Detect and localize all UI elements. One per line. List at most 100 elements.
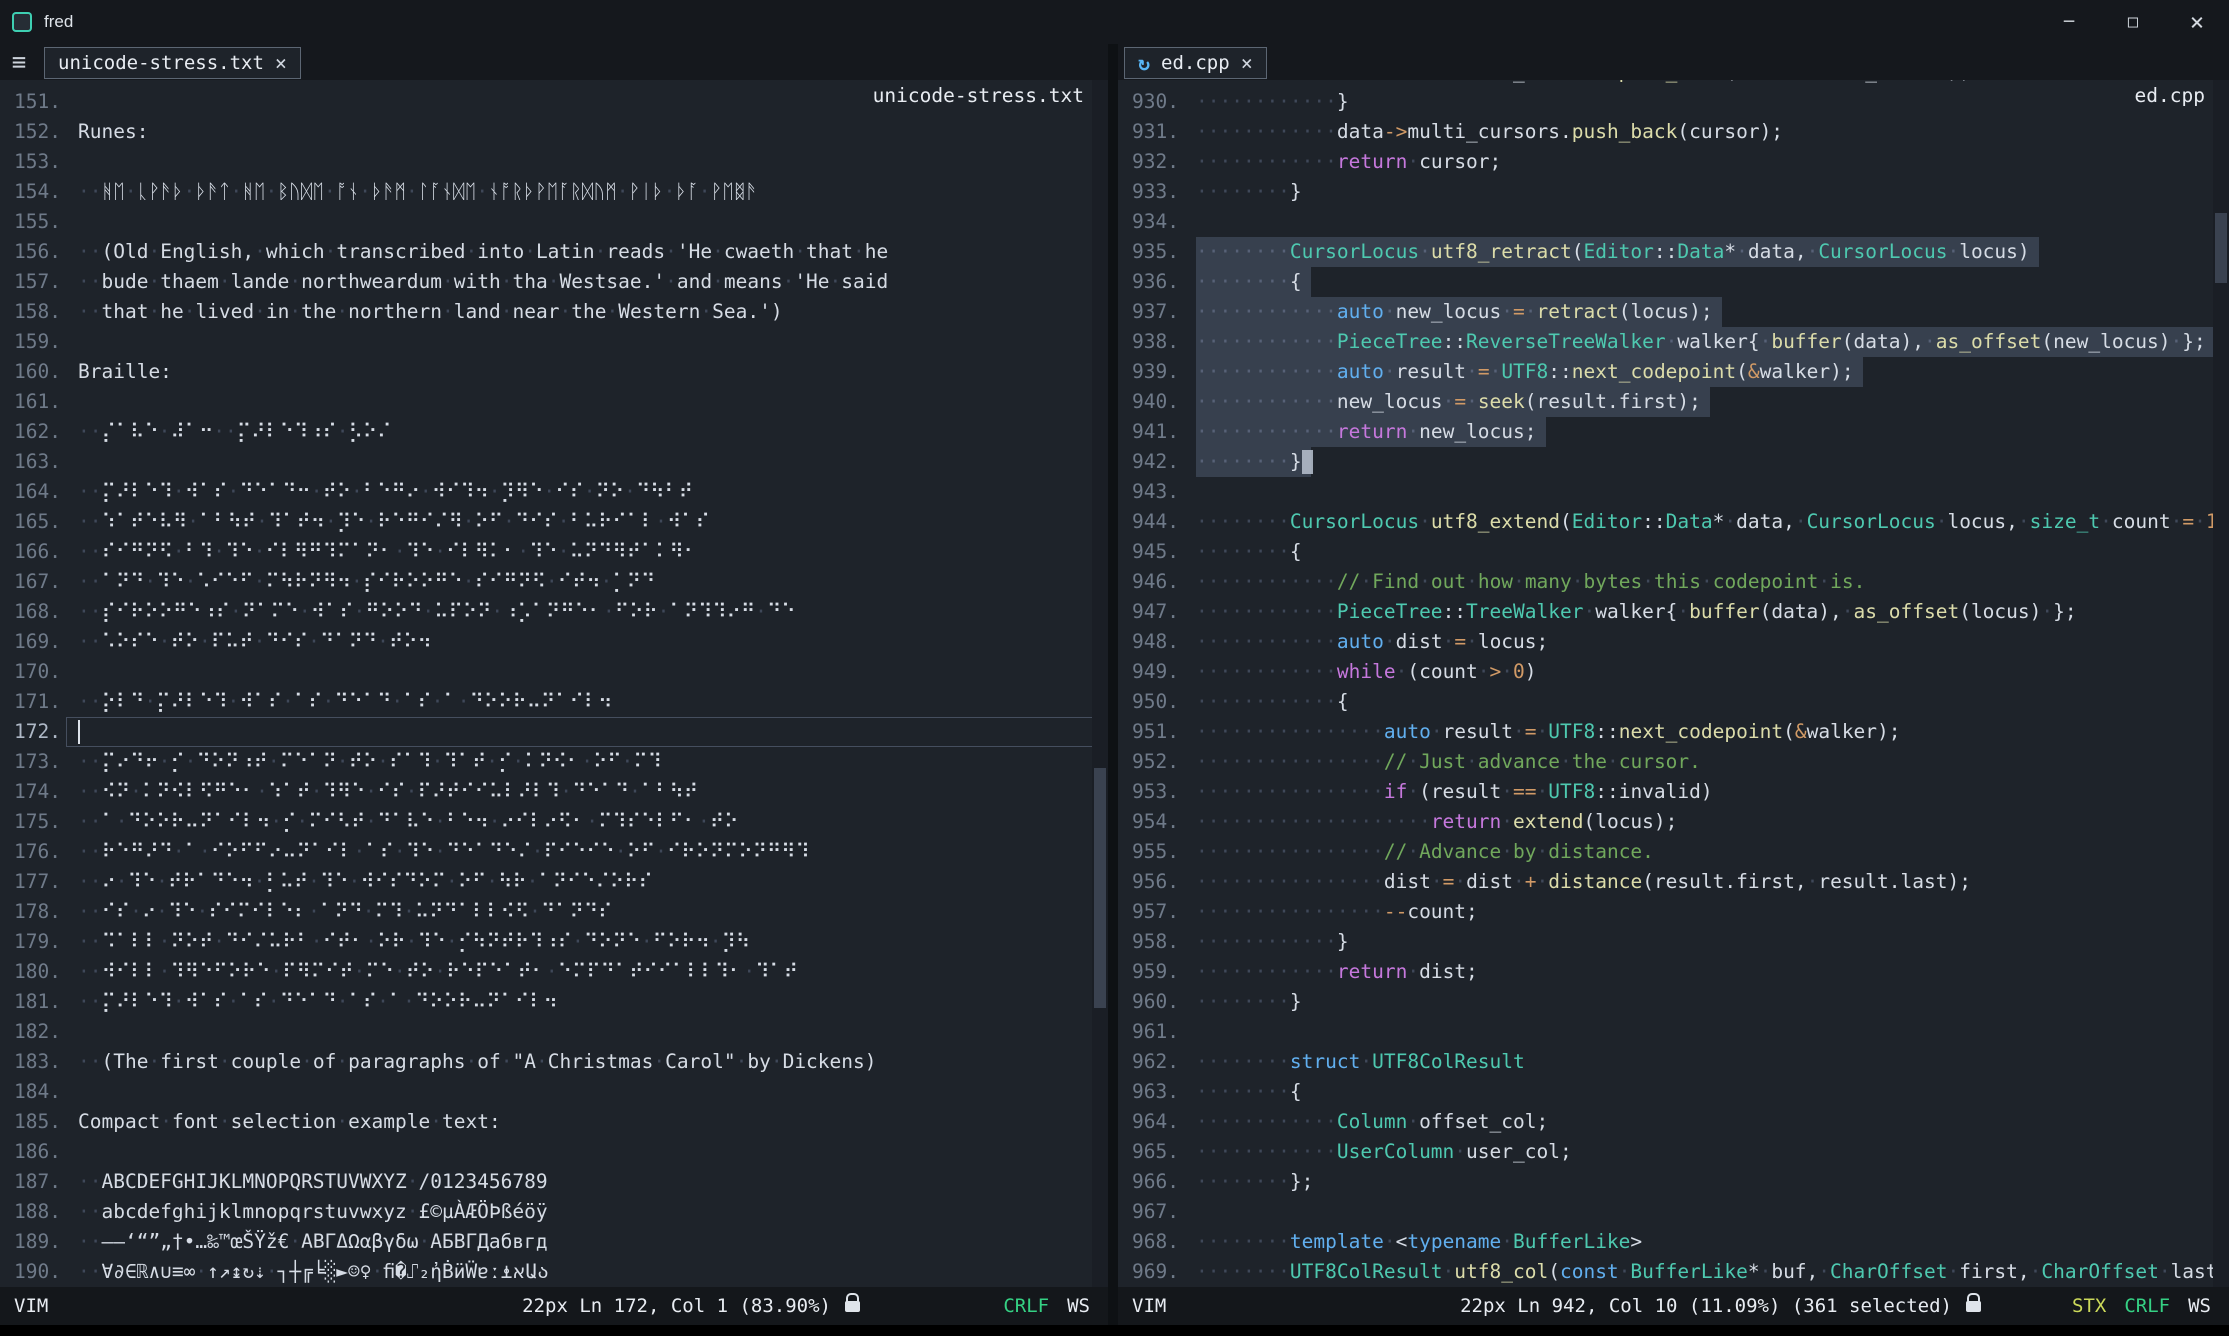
code-line[interactable]: 160.Braille: [0,357,1108,387]
menu-icon[interactable]: ≡ [0,44,38,80]
code-line[interactable]: 956.················dist·=·dist·+·distan… [1118,867,2229,897]
code-line[interactable]: 172. [0,717,1108,747]
code-line[interactable]: 946.············//·Find·out·how·many·byt… [1118,567,2229,597]
code-line[interactable]: 153. [0,147,1108,177]
line-text[interactable]: ··⠎⠊⠛⠝⠫·⠃⠹·⠹⠑·⠊⠇⠻⠛⠹⠍⠁⠝⠂·⠹⠑·⠊⠇⠻⠅⠂·⠹⠑·⠥⠝⠙⠻… [66,537,1108,567]
code-line[interactable]: 934. [1118,207,2229,237]
code-line[interactable]: 939.············auto·result·=·UTF8::next… [1118,357,2229,387]
line-text[interactable]: ········} [1184,447,2229,477]
line-text[interactable]: ··⠁·⠙⠕⠕⠗⠤⠝⠁⠊⠇⠲·⡊·⠍⠊⠣⠞·⠙⠁⠧⠑·⠃⠑⠲·⠔⠊⠇⠔⠫⠂·⠍⠹… [66,807,1108,837]
code-line[interactable]: 938.············PieceTree::ReverseTreeWa… [1118,327,2229,357]
maximize-button[interactable]: □ [2101,0,2165,44]
line-text[interactable]: ··⠩⠁⠇⠇·⠝⠕⠞·⠙⠊⠌⠥⠗⠃·⠊⠞⠂·⠕⠗·⠹⠑·⡊⠳⠝⠞⠗⠹⠰⠎·⠙⠕⠝… [66,927,1108,957]
line-text[interactable]: ············PieceTree::TreeWalker·walker… [1184,597,2229,627]
line-text[interactable] [66,1137,1108,1167]
code-line[interactable]: 183.··(The·first·couple·of·paragraphs·of… [0,1047,1108,1077]
line-text[interactable]: ············PieceTree::ReverseTreeWalker… [1184,327,2229,357]
scrollbar-thumb[interactable] [2215,213,2227,283]
code-line[interactable]: 167.··⠁⠝⠙·⠹⠑·⠡⠊⠑⠋·⠍⠳⠗⠝⠻⠲·⡎⠊⠗⠕⠕⠛⠑·⠎⠊⠛⠝⠫·⠊… [0,567,1108,597]
line-text[interactable]: ··bude·thaem·lande·northweardum·with·tha… [66,267,1108,297]
code-line[interactable]: 170. [0,657,1108,687]
code-line[interactable]: 947.············PieceTree::TreeWalker·wa… [1118,597,2229,627]
code-line[interactable]: 936.········{ [1118,267,2229,297]
tab-ed-cpp[interactable]: ↻ ed.cpp × [1124,47,1267,79]
line-text[interactable]: ········}; [1184,1167,2229,1197]
code-line[interactable]: 166.··⠎⠊⠛⠝⠫·⠃⠹·⠹⠑·⠊⠇⠻⠛⠹⠍⠁⠝⠂·⠹⠑·⠊⠇⠻⠅⠂·⠹⠑·… [0,537,1108,567]
line-text[interactable]: ············} [1184,927,2229,957]
status-flag-stx[interactable]: STX [2072,1295,2106,1317]
vertical-scrollbar[interactable] [1092,80,1108,1287]
line-text[interactable]: ········{ [1184,1077,2229,1107]
code-line[interactable]: 960.········} [1118,987,2229,1017]
code-line[interactable]: 930.············} [1118,87,2229,117]
line-text[interactable] [1184,1197,2229,1227]
code-line[interactable]: 182. [0,1017,1108,1047]
line-text[interactable]: ··⡌⠁⠧⠑·⠼⠁⠒··⡍⠜⠇⠑⠹⠰⠎·⡣⠕⠌ [66,417,1108,447]
code-line[interactable]: 958.············} [1118,927,2229,957]
code-line[interactable]: 941.············return·new_locus; [1118,417,2229,447]
code-line[interactable]: 929.················data->multi_cursors.… [1118,80,2229,87]
line-text[interactable] [66,447,1108,477]
code-line[interactable]: 955.················//·Advance·by·distan… [1118,837,2229,867]
code-line[interactable]: 951.················auto·result·=·UTF8::… [1118,717,2229,747]
code-line[interactable]: 188.··abcdefghijklmnopqrstuvwxyz·£©µÀÆÖÞ… [0,1197,1108,1227]
line-text[interactable]: ··⡍⠜⠇⠑⠹·⠺⠁⠎·⠙⠑⠁⠙⠒·⠞⠕·⠃⠑⠛⠔·⠺⠊⠹⠲·⡹⠻⠑·⠊⠎·⠝⠕… [66,477,1108,507]
line-text[interactable]: ··ABCDEFGHIJKLMNOPQRSTUVWXYZ·/0123456789 [66,1167,1108,1197]
line-text[interactable]: ············//·Find·out·how·many·bytes·t… [1184,567,2229,597]
code-line[interactable]: 159. [0,327,1108,357]
code-area[interactable]: 150.··እግርህን·በፍራሽህ·ልክ·ዘርጋ።151.152.Runes:1… [0,80,1108,1287]
scrollbar-thumb[interactable] [1094,768,1106,1008]
tab-close-icon[interactable]: × [1241,51,1253,75]
line-text[interactable]: ··⡎⠊⠗⠕⠕⠛⠑⠰⠎·⠝⠁⠍⠑·⠺⠁⠎·⠛⠕⠕⠙·⠥⠏⠕⠝·⠰⡡⠁⠝⠛⠑⠂·⠋… [66,597,1108,627]
status-flag-crlf[interactable]: CRLF [1003,1295,1049,1317]
line-text[interactable]: ········{ [1184,537,2229,567]
line-text[interactable]: ········CursorLocus·utf8_retract(Editor:… [1184,237,2229,267]
line-text[interactable] [66,717,1108,747]
line-text[interactable]: ········} [1184,177,2229,207]
code-line[interactable]: 157.··bude·thaem·lande·northweardum·with… [0,267,1108,297]
line-text[interactable]: ········UTF8ColResult·utf8_col(const·Buf… [1184,1257,2229,1287]
code-line[interactable]: 152.Runes: [0,117,1108,147]
code-line[interactable]: 154.··ᚻᛖ·ᚳᚹᚫᚦ·ᚦᚫᛏ·ᚻᛖ·ᛒᚢᛞᛖ·ᚩᚾ·ᚦᚫᛗ·ᛚᚪᚾᛞᛖ·ᚾ… [0,177,1108,207]
code-line[interactable]: 186. [0,1137,1108,1167]
code-line[interactable]: 180.··⠺⠊⠇⠇·⠹⠻⠑⠋⠕⠗⠑·⠏⠻⠍⠊⠞·⠍⠑·⠞⠕·⠗⠑⠏⠑⠁⠞⠂·⠑… [0,957,1108,987]
code-line[interactable]: 932.············return·cursor; [1118,147,2229,177]
code-line[interactable]: 931.············data->multi_cursors.push… [1118,117,2229,147]
code-line[interactable]: 957.················--count; [1118,897,2229,927]
code-line[interactable]: 187.··ABCDEFGHIJKLMNOPQRSTUVWXYZ·/012345… [0,1167,1108,1197]
line-text[interactable] [66,1017,1108,1047]
code-line[interactable]: 162.··⡌⠁⠧⠑·⠼⠁⠒··⡍⠜⠇⠑⠹⠰⠎·⡣⠕⠌ [0,417,1108,447]
line-text[interactable]: ··–—‘“”„†•…‰™œŠŸž€·ΑΒΓΔΩαβγδω·АБВГДабвгд [66,1227,1108,1257]
line-text[interactable]: ········} [1184,987,2229,1017]
code-line[interactable]: 181.··⡍⠜⠇⠑⠹·⠺⠁⠎·⠁⠎·⠙⠑⠁⠙·⠁⠎·⠁·⠙⠕⠕⠗⠤⠝⠁⠊⠇⠲ [0,987,1108,1017]
code-line[interactable]: 942.········} [1118,447,2229,477]
code-line[interactable]: 945.········{ [1118,537,2229,567]
code-line[interactable]: 168.··⡎⠊⠗⠕⠕⠛⠑⠰⠎·⠝⠁⠍⠑·⠺⠁⠎·⠛⠕⠕⠙·⠥⠏⠕⠝·⠰⡡⠁⠝⠛… [0,597,1108,627]
code-line[interactable]: 954.····················return·extend(lo… [1118,807,2229,837]
line-text[interactable] [66,207,1108,237]
code-line[interactable]: 935.········CursorLocus·utf8_retract(Edi… [1118,237,2229,267]
line-text[interactable]: ········struct·UTF8ColResult [1184,1047,2229,1077]
code-line[interactable]: 165.··⠱⠁⠞⠑⠧⠻·⠁⠃⠳⠞·⠹⠁⠞⠲·⡹⠑·⠗⠑⠛⠊⠌⠻·⠕⠋·⠙⠊⠎·… [0,507,1108,537]
code-line[interactable]: 173.··⡍⠔⠙⠖·⡊·⠙⠕⠝⠰⠞·⠍⠑⠁⠝·⠞⠕·⠎⠁⠹·⠹⠁⠞·⡊·⠅⠝⠪… [0,747,1108,777]
line-text[interactable]: ············while·(count·>·0) [1184,657,2229,687]
line-text[interactable]: ················dist·=·dist·+·distance(r… [1184,867,2229,897]
code-line[interactable]: 155. [0,207,1108,237]
code-line[interactable]: 164.··⡍⠜⠇⠑⠹·⠺⠁⠎·⠙⠑⠁⠙⠒·⠞⠕·⠃⠑⠛⠔·⠺⠊⠹⠲·⡹⠻⠑·⠊… [0,477,1108,507]
line-text[interactable] [66,147,1108,177]
code-line[interactable]: 184. [0,1077,1108,1107]
line-text[interactable]: ············auto·new_locus·=·retract(loc… [1184,297,2229,327]
minimize-button[interactable]: ─ [2037,0,2101,44]
code-line[interactable]: 163. [0,447,1108,477]
line-text[interactable] [66,657,1108,687]
code-line[interactable]: 174.··⠪⠝·⠅⠝⠪⠇⠫⠛⠑⠂·⠱⠁⠞·⠹⠻⠑·⠊⠎·⠏⠜⠞⠊⠊⠥⠇⠜⠇⠹·… [0,777,1108,807]
line-text[interactable]: ················//·Just·advance·the·curs… [1184,747,2229,777]
tab-unicode-stress-txt[interactable]: unicode-stress.txt × [44,47,301,79]
line-text[interactable]: ············UserColumn·user_col; [1184,1137,2229,1167]
code-line[interactable]: 964.············Column·offset_col; [1118,1107,2229,1137]
line-text[interactable]: ··⡍⠜⠇⠑⠹·⠺⠁⠎·⠁⠎·⠙⠑⠁⠙·⠁⠎·⠁·⠙⠕⠕⠗⠤⠝⠁⠊⠇⠲ [66,987,1108,1017]
lock-icon[interactable] [1966,1301,1981,1312]
line-text[interactable]: ············auto·dist·=·locus; [1184,627,2229,657]
line-text[interactable]: ··⠱⠁⠞⠑⠧⠻·⠁⠃⠳⠞·⠹⠁⠞⠲·⡹⠑·⠗⠑⠛⠊⠌⠻·⠕⠋·⠙⠊⠎·⠃⠥⠗⠊… [66,507,1108,537]
line-text[interactable]: ············} [1184,87,2229,117]
